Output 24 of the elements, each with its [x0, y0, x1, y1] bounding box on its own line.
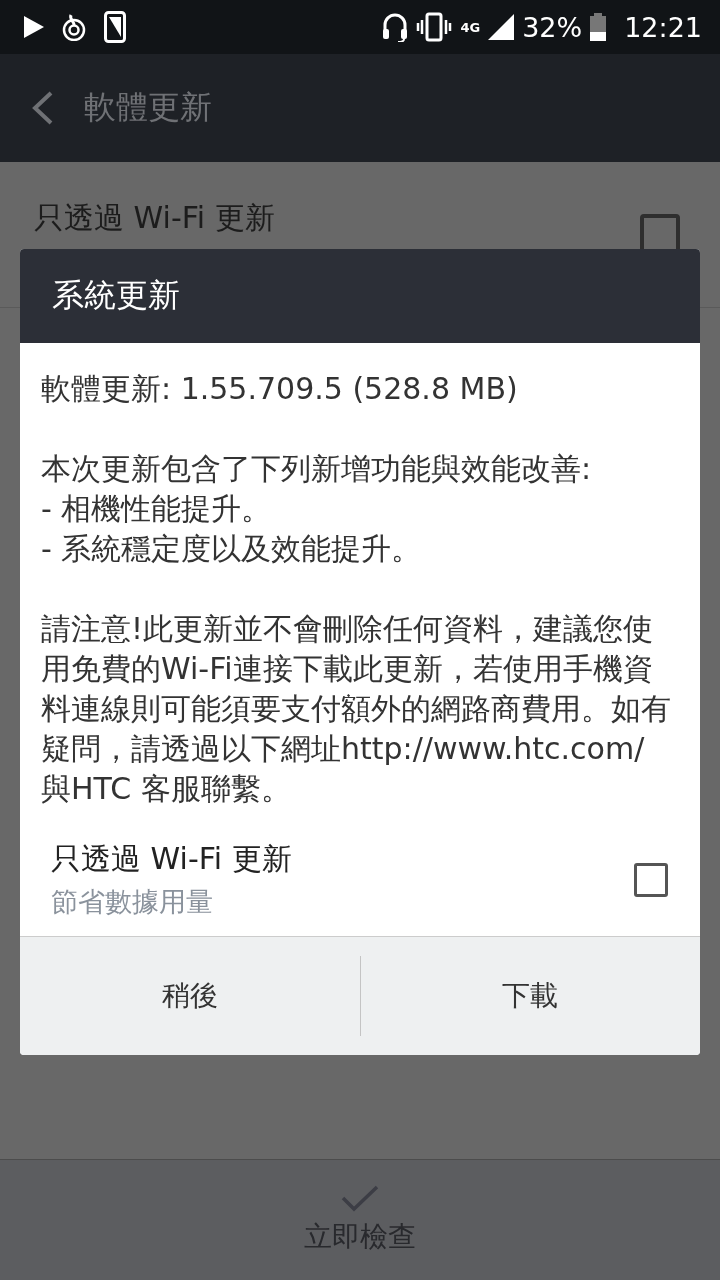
battery-icon — [590, 13, 607, 41]
website-link[interactable]: http://www.htc.com/ — [341, 731, 645, 766]
changes-text: 本次更新包含了下列新增功能與效能改善: - 相機性能提升。 - 系統穩定度以及效能提升。 — [41, 450, 593, 568]
battery-percent: 32% — [522, 11, 583, 43]
option-subtitle: 節省數據用量 — [51, 885, 214, 919]
checkbox[interactable] — [634, 862, 668, 897]
setting-title: 只透過 Wi-Fi 更新 — [34, 199, 276, 237]
version-text: 軟體更新: 1.55.709.5 (528.8 MB) — [41, 370, 519, 408]
download-button[interactable]: 下載 — [360, 937, 700, 1055]
dialog-title: 系統更新 — [20, 249, 700, 343]
phone-icon — [104, 11, 126, 43]
option-title: 只透過 Wi-Fi 更新 — [51, 840, 293, 878]
signal-icon — [488, 14, 515, 40]
play-icon — [24, 16, 44, 38]
clock: 12:21 — [624, 11, 702, 43]
network-type: 4G — [460, 20, 481, 34]
screen-title: 軟體更新 — [84, 87, 212, 128]
later-button[interactable]: 稍後 — [20, 937, 360, 1055]
notice-text: 請注意!此更新並不會刪除任何資料，建議您使用免費的Wi-Fi連接下載此更新，若使用手機資料連線則可能須要支付額外的網路商費用。如有疑問，請透過以下網址http://www.htc.com/ 與HTC 客服聯繫。 — [41, 610, 672, 808]
headphones-icon — [382, 12, 409, 42]
spiral-icon — [62, 13, 86, 41]
back-icon[interactable] — [30, 90, 54, 126]
vibrate-icon — [416, 12, 453, 42]
check-icon — [341, 1184, 379, 1212]
